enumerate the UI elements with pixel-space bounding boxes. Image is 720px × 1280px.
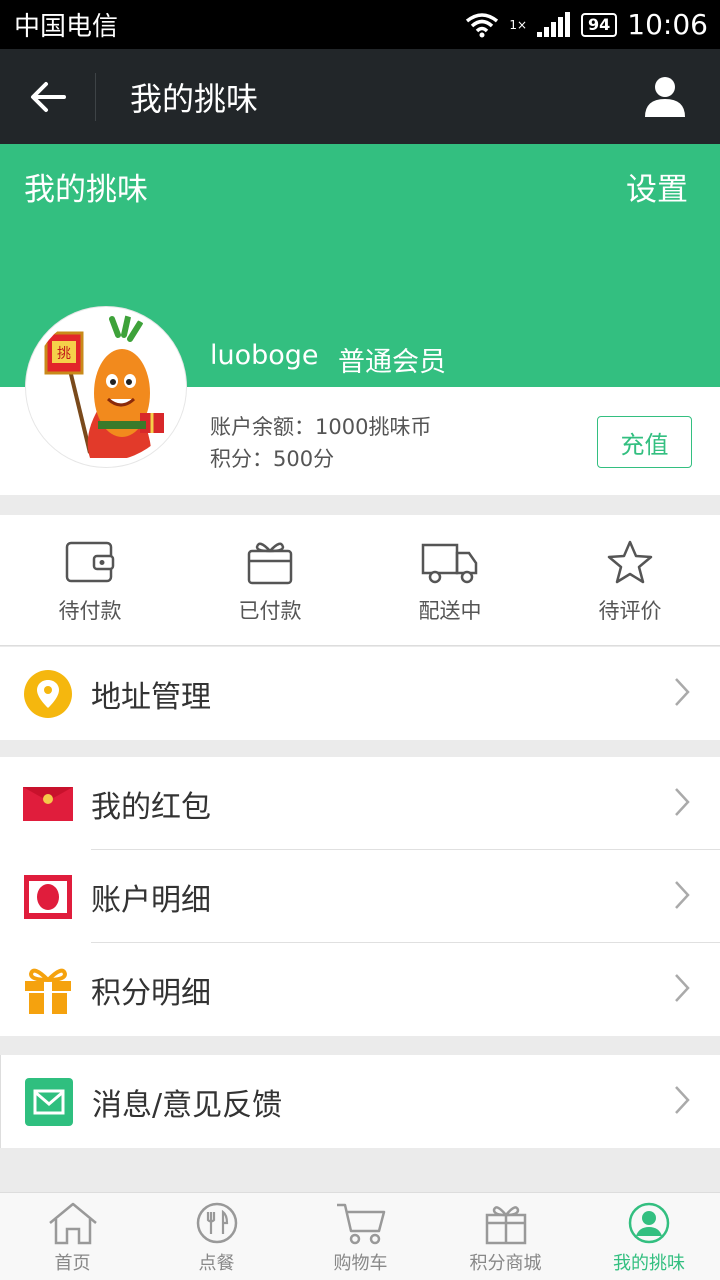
order-pending-payment[interactable]: 待付款 — [0, 515, 180, 645]
back-button[interactable] — [0, 72, 96, 121]
chevron-right-icon — [675, 1086, 690, 1114]
star-icon — [607, 540, 653, 584]
mail-icon — [25, 1078, 73, 1126]
battery-level: 94 — [581, 12, 618, 37]
nav-label: 我的挑味 — [613, 1253, 685, 1274]
order-label: 待付款 — [58, 599, 122, 623]
settings-button[interactable]: 设置 — [626, 164, 688, 209]
menu-label: 我的红包 — [91, 789, 211, 825]
carrier-name: 中国电信 — [14, 12, 119, 42]
menu-group-feedback: 消息/意见反馈 — [0, 1055, 720, 1148]
member-level: 普通会员 — [338, 347, 446, 378]
chevron-right-icon — [675, 881, 690, 909]
menu-label: 消息/意见反馈 — [92, 1087, 283, 1123]
gift-box-icon — [247, 542, 293, 585]
bottom-navigation: 首页 点餐 购物车 积分商城 我的挑味 — [0, 1192, 720, 1280]
recharge-button[interactable]: 充值 — [597, 416, 692, 468]
nav-home[interactable]: 首页 — [0, 1193, 145, 1280]
points-balance: 积分：500分 — [210, 447, 335, 471]
clock: 10:06 — [627, 8, 708, 41]
banknote-icon — [24, 875, 72, 919]
user-icon — [645, 77, 685, 117]
menu-address[interactable]: 地址管理 — [0, 647, 720, 740]
page-title: 我的挑味 — [130, 79, 259, 118]
menu-label: 账户明细 — [91, 882, 211, 918]
nav-label: 积分商城 — [469, 1253, 542, 1274]
username: luoboge — [210, 340, 319, 371]
wifi-icon — [466, 12, 499, 37]
svg-text:挑: 挑 — [57, 346, 71, 362]
network-type: 1× — [509, 17, 528, 32]
nav-order[interactable]: 点餐 — [145, 1193, 288, 1280]
profile-button[interactable] — [644, 75, 686, 121]
status-bar: 中国电信 1× 94 10:06 — [0, 0, 720, 49]
red-envelope-icon — [23, 787, 73, 821]
menu-points-detail[interactable]: 积分明细 — [0, 943, 720, 1036]
menu-feedback[interactable]: 消息/意见反馈 — [1, 1055, 720, 1148]
nav-cart[interactable]: 购物车 — [288, 1193, 433, 1280]
order-to-review[interactable]: 待评价 — [540, 515, 720, 645]
menu-group-address: 地址管理 — [0, 647, 720, 740]
banner-title: 我的挑味 — [24, 172, 148, 208]
chevron-right-icon — [675, 788, 690, 816]
account-balance: 账户余额：1000挑味币 — [210, 415, 432, 439]
menu-account-detail[interactable]: 账户明细 — [0, 850, 720, 943]
truck-icon — [421, 543, 478, 584]
order-delivering[interactable]: 配送中 — [360, 515, 540, 645]
nav-label: 首页 — [54, 1253, 91, 1274]
nav-my-tiaowei[interactable]: 我的挑味 — [578, 1193, 720, 1280]
menu-red-packet[interactable]: 我的红包 — [0, 757, 720, 850]
menu-group-wallet: 我的红包 账户明细 积分明细 — [0, 757, 720, 1036]
order-status-row: 待付款 已付款 配送中 待评价 — [0, 515, 720, 646]
home-icon — [48, 1202, 97, 1245]
order-label: 配送中 — [418, 599, 482, 623]
order-label: 待评价 — [598, 599, 662, 623]
wallet-icon — [65, 541, 115, 583]
chevron-right-icon — [675, 678, 690, 706]
utensils-icon — [196, 1202, 237, 1244]
gift-icon — [485, 1206, 526, 1245]
cart-icon — [336, 1203, 385, 1245]
avatar[interactable]: 挑 — [26, 307, 186, 467]
user-icon — [628, 1202, 670, 1244]
location-pin-icon — [24, 670, 72, 718]
order-label: 已付款 — [238, 599, 302, 623]
carrot-mascot-icon: 挑 — [44, 314, 164, 458]
menu-label: 积分明细 — [91, 975, 211, 1011]
gift-icon — [25, 968, 71, 1014]
order-paid[interactable]: 已付款 — [180, 515, 360, 645]
nav-label: 点餐 — [198, 1253, 235, 1274]
arrow-left-icon — [30, 81, 66, 112]
signal-icon — [537, 11, 571, 37]
nav-points-mall[interactable]: 积分商城 — [433, 1193, 578, 1280]
app-header: 我的挑味 — [0, 49, 720, 144]
nav-label: 购物车 — [333, 1253, 388, 1274]
chevron-right-icon — [675, 974, 690, 1002]
menu-label: 地址管理 — [91, 679, 211, 715]
